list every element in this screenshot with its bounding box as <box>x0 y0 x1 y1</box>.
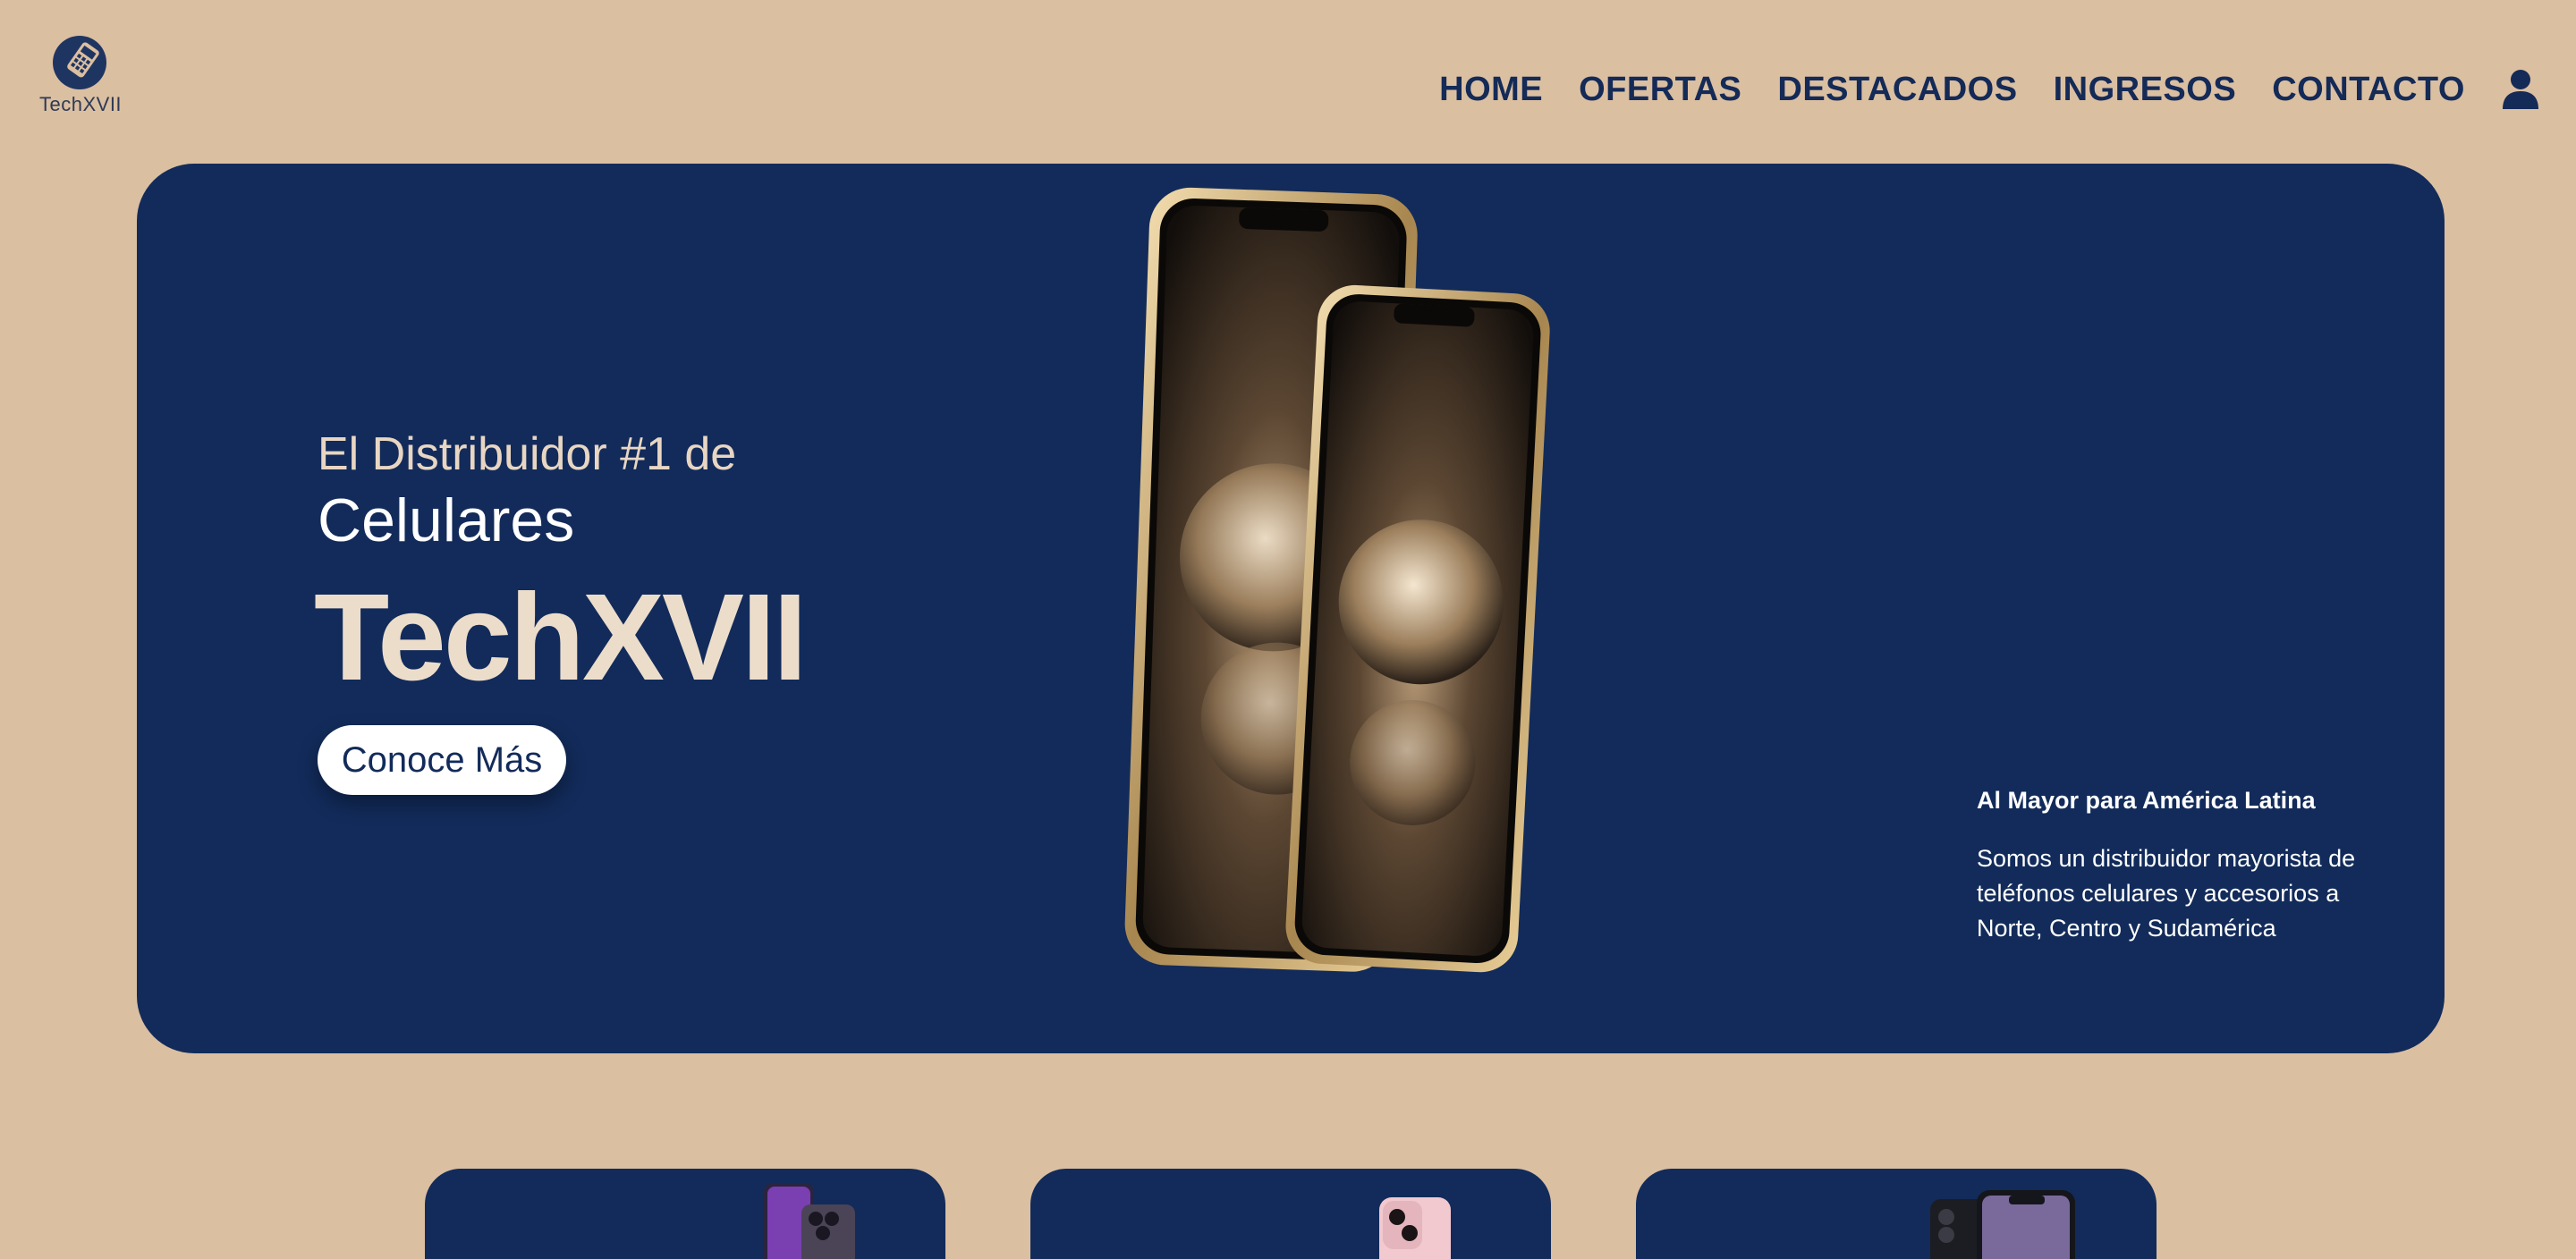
logo[interactable]: TechXVII <box>39 34 123 116</box>
learn-more-button[interactable]: Conoce Más <box>318 725 566 795</box>
hero-side-title: Al Mayor para América Latina <box>1977 787 2316 814</box>
logo-text: TechXVII <box>39 93 123 115</box>
hero-subtitle: El Distribuidor #1 de <box>318 428 737 480</box>
nav-contacto[interactable]: CONTACTO <box>2272 72 2465 107</box>
logo-icon <box>53 36 106 89</box>
product-phone-image <box>1930 1190 2075 1259</box>
nav-home[interactable]: HOME <box>1439 72 1543 107</box>
product-card[interactable] <box>1030 1169 1551 1259</box>
page: TechXVII HOME OFERTAS DESTACADOS INGRESO… <box>0 0 2576 1259</box>
phones-image <box>1124 187 1550 973</box>
hero-brand: TechXVII <box>314 569 808 706</box>
product-card[interactable] <box>425 1169 945 1259</box>
hero-banner: El Distribuidor #1 de Celulares TechXVII… <box>137 164 2445 1053</box>
product-card[interactable] <box>1636 1169 2157 1259</box>
nav-ingresos[interactable]: INGRESOS <box>2054 72 2237 107</box>
hero-side-text: Somos un distribuidor mayorista de teléf… <box>1977 845 2356 942</box>
main-nav: HOME OFERTAS DESTACADOS INGRESOS CONTACT… <box>1439 68 2540 111</box>
nav-ofertas[interactable]: OFERTAS <box>1579 72 1741 107</box>
product-phone-image <box>764 1183 855 1259</box>
hero-title: Celulares <box>318 486 575 554</box>
nav-destacados[interactable]: DESTACADOS <box>1777 72 2017 107</box>
product-phone-image <box>1379 1197 1451 1259</box>
user-icon[interactable] <box>2501 68 2540 111</box>
hero-side-info: Al Mayor para América Latina Somos un di… <box>1977 787 2397 946</box>
